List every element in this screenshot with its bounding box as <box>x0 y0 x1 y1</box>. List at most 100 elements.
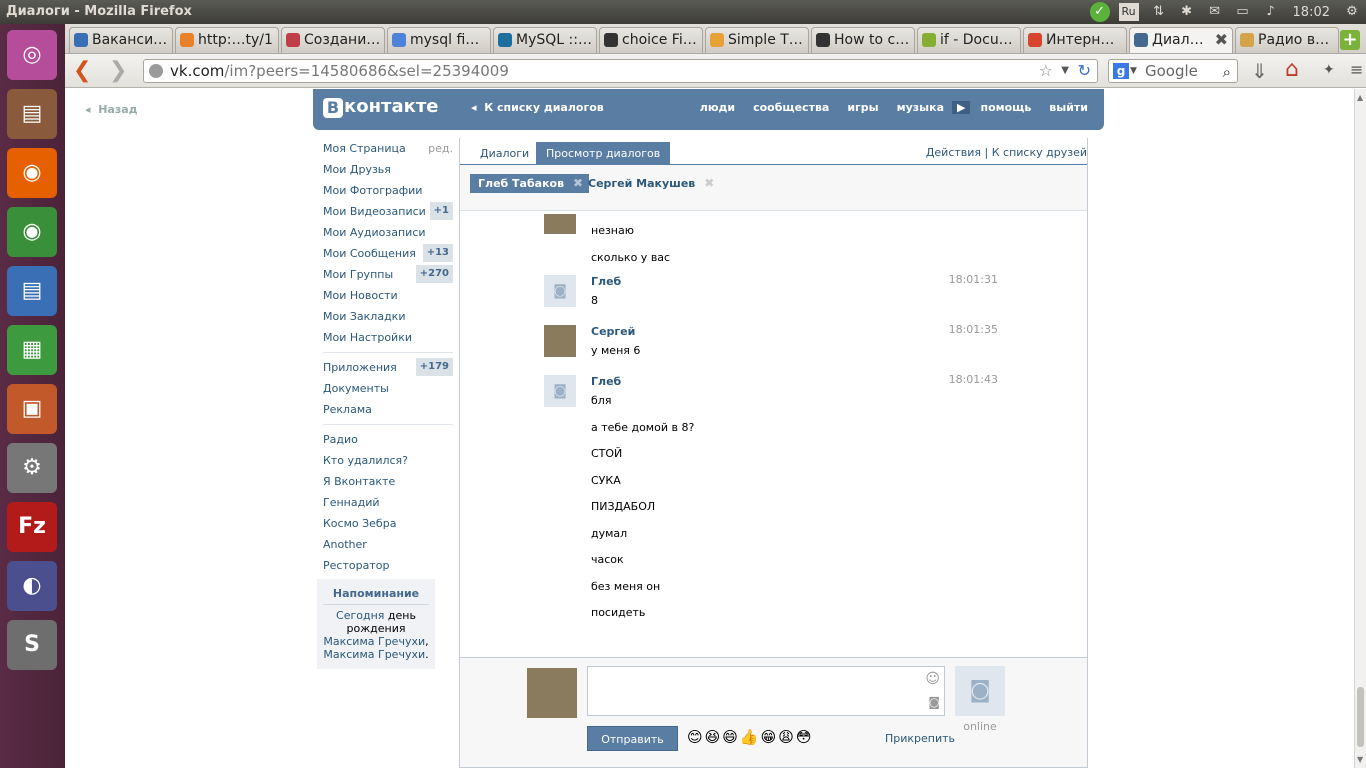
launcher-settings-icon[interactable]: ⚙ <box>7 443 57 493</box>
search-engine-dropdown-icon[interactable]: ▼ <box>1130 60 1137 82</box>
download-icon[interactable]: ⇓ <box>1251 59 1268 83</box>
sidebar-item[interactable]: Геннадий <box>323 492 453 513</box>
sidebar-item[interactable]: Реклама <box>323 399 453 420</box>
browser-tab[interactable]: Создани… <box>281 27 385 53</box>
emoji-bar[interactable]: 😊😆😄👍😁😩😳 <box>687 728 814 746</box>
peer-tab-active[interactable]: Глеб Табаков ✖ <box>470 174 590 193</box>
new-tab-button[interactable]: + <box>1340 30 1360 50</box>
sidebar-item[interactable]: Мои Закладки <box>323 306 453 327</box>
mail-icon[interactable]: ✉ <box>1204 1 1226 23</box>
peer-tab[interactable]: Сергей Макушев ✖ <box>580 174 720 193</box>
launcher-firefox-icon[interactable]: ◉ <box>7 148 57 198</box>
browser-tab[interactable]: Диал… ✖ <box>1129 27 1233 53</box>
addon-icon[interactable]: ✦ <box>1323 62 1335 78</box>
topnav-link[interactable]: игры <box>847 101 878 114</box>
message-author[interactable]: Глеб <box>591 275 621 288</box>
topnav-link[interactable]: выйти <box>1049 101 1088 114</box>
sidebar-item[interactable]: Мои Видеозаписи +1 <box>323 201 453 222</box>
camera-icon[interactable]: ◙ <box>544 275 576 307</box>
browser-tab[interactable]: mysql fi… <box>387 27 491 53</box>
to-friends-link[interactable]: К списку друзей <box>992 146 1087 159</box>
clock[interactable]: 18:02 <box>1293 5 1330 20</box>
network-icon[interactable]: ⇅ <box>1148 1 1170 23</box>
my-avatar[interactable] <box>527 668 577 718</box>
actions-link[interactable]: Действия <box>926 146 981 159</box>
browser-tab[interactable]: if - Docu… <box>917 27 1021 53</box>
camera-icon[interactable]: ◙ <box>544 375 576 407</box>
launcher-eclipse-icon[interactable]: ◐ <box>7 561 57 611</box>
close-icon[interactable]: ✖ <box>704 174 714 193</box>
sidebar-item[interactable]: Документы <box>323 378 453 399</box>
vk-logo-text[interactable]: контакте <box>344 96 438 117</box>
volume-icon[interactable]: ♪ <box>1260 1 1282 23</box>
reminder-person-link[interactable]: Максима Гречухи <box>323 635 425 648</box>
edit-link[interactable]: ред. <box>428 138 453 159</box>
sidebar-item[interactable]: Приложения +179 <box>323 357 453 378</box>
back-button[interactable]: ❮ <box>73 58 97 83</box>
sidebar-item[interactable]: Радио <box>323 429 453 450</box>
browser-tab[interactable]: choice Fi… <box>599 27 703 53</box>
address-bar[interactable]: vk.com/im?peers=14580686&sel=25394009 ☆ … <box>143 59 1098 83</box>
reminder-today-link[interactable]: Сегодня <box>336 609 384 622</box>
topnav-link[interactable]: сообщества <box>753 101 829 114</box>
camera-icon[interactable]: ◙ <box>955 666 1005 716</box>
search-input[interactable]: g ▼ Google ⌕ <box>1108 59 1238 83</box>
sidebar-item[interactable]: Ресторатор <box>323 555 453 576</box>
browser-tab[interactable]: http:…ty/1 <box>175 27 279 53</box>
play-icon[interactable]: ▶ <box>952 101 971 114</box>
browser-tab[interactable]: Интерн… <box>1023 27 1127 53</box>
url-dropdown-icon[interactable]: ▼ <box>1061 60 1069 82</box>
launcher-writer-icon[interactable]: ▤ <box>7 266 57 316</box>
avatar[interactable] <box>544 214 576 234</box>
to-dialog-list-link[interactable]: ◂ К списку диалогов <box>471 101 604 114</box>
home-icon[interactable]: ⌂ <box>1285 57 1299 82</box>
launcher-impress-icon[interactable]: ▣ <box>7 384 57 434</box>
vk-logo-icon[interactable]: В <box>323 98 343 118</box>
topnav-link[interactable]: музыка <box>897 101 944 114</box>
launcher-filezilla-icon[interactable]: Fz <box>7 502 57 552</box>
sidebar-item[interactable]: Моя Страница ред. <box>323 138 453 159</box>
sidebar-item[interactable]: Another <box>323 534 453 555</box>
scrollbar-thumb[interactable] <box>1357 687 1364 747</box>
smiley-icon[interactable]: ☺ <box>925 671 940 687</box>
sidebar-item[interactable]: Мои Новости <box>323 285 453 306</box>
update-icon[interactable]: ✓ <box>1089 2 1110 22</box>
sidebar-item[interactable]: Мои Сообщения +13 <box>323 243 453 264</box>
browser-tab[interactable]: Радио в… <box>1235 27 1339 53</box>
browser-tab[interactable]: Simple T… <box>705 27 809 53</box>
tab-dialogs[interactable]: Диалоги <box>470 142 539 165</box>
sidebar-item[interactable]: Мои Аудиозаписи <box>323 222 453 243</box>
send-button[interactable]: Отправить <box>587 726 678 751</box>
message-author[interactable]: Глеб <box>591 375 621 388</box>
launcher-chrome-icon[interactable]: ◉ <box>7 207 57 257</box>
sidebar-item[interactable]: Мои Настройки <box>323 327 453 348</box>
sidebar-item[interactable]: Мои Группы +270 <box>323 264 453 285</box>
browser-tab[interactable]: How to c… <box>811 27 915 53</box>
launcher-calc-icon[interactable]: ▦ <box>7 325 57 375</box>
reload-icon[interactable]: ↻ <box>1078 60 1091 82</box>
bluetooth-icon[interactable]: ✱ <box>1176 1 1198 23</box>
google-icon[interactable]: g <box>1113 63 1129 79</box>
launcher-stack-icon[interactable]: S <box>7 620 57 670</box>
close-icon[interactable]: ✖ <box>1215 28 1228 52</box>
sidebar-item[interactable]: Мои Фотографии <box>323 180 453 201</box>
keyboard-indicator[interactable]: Ru <box>1118 3 1139 21</box>
sidebar-item[interactable]: Космо Зебра <box>323 513 453 534</box>
launcher-ubuntu-icon[interactable]: ◎ <box>7 30 57 80</box>
topnav-link[interactable]: люди <box>700 101 735 114</box>
browser-tab[interactable]: Ваканси… <box>69 27 173 53</box>
camera-icon[interactable]: ◙ <box>928 695 940 709</box>
scrollbar[interactable]: ▲ ▼ <box>1354 89 1366 768</box>
launcher-files-icon[interactable]: ▤ <box>7 89 57 139</box>
battery-icon[interactable]: ▭ <box>1232 1 1254 23</box>
forward-button[interactable]: ❯ <box>109 58 133 83</box>
sidebar-item[interactable]: Я Вконтакте <box>323 471 453 492</box>
scroll-up-icon[interactable]: ▲ <box>1357 93 1363 102</box>
message-author[interactable]: Сергей <box>591 325 635 338</box>
search-icon[interactable]: ⌕ <box>1223 61 1231 83</box>
sidebar-item[interactable]: Мои Друзья <box>323 159 453 180</box>
menu-icon[interactable]: ≡ <box>1350 60 1363 79</box>
tab-view-dialogs[interactable]: Просмотр диалогов <box>536 142 671 165</box>
bookmark-star-icon[interactable]: ☆ <box>1039 60 1053 82</box>
attach-link[interactable]: Прикрепить <box>885 732 955 745</box>
